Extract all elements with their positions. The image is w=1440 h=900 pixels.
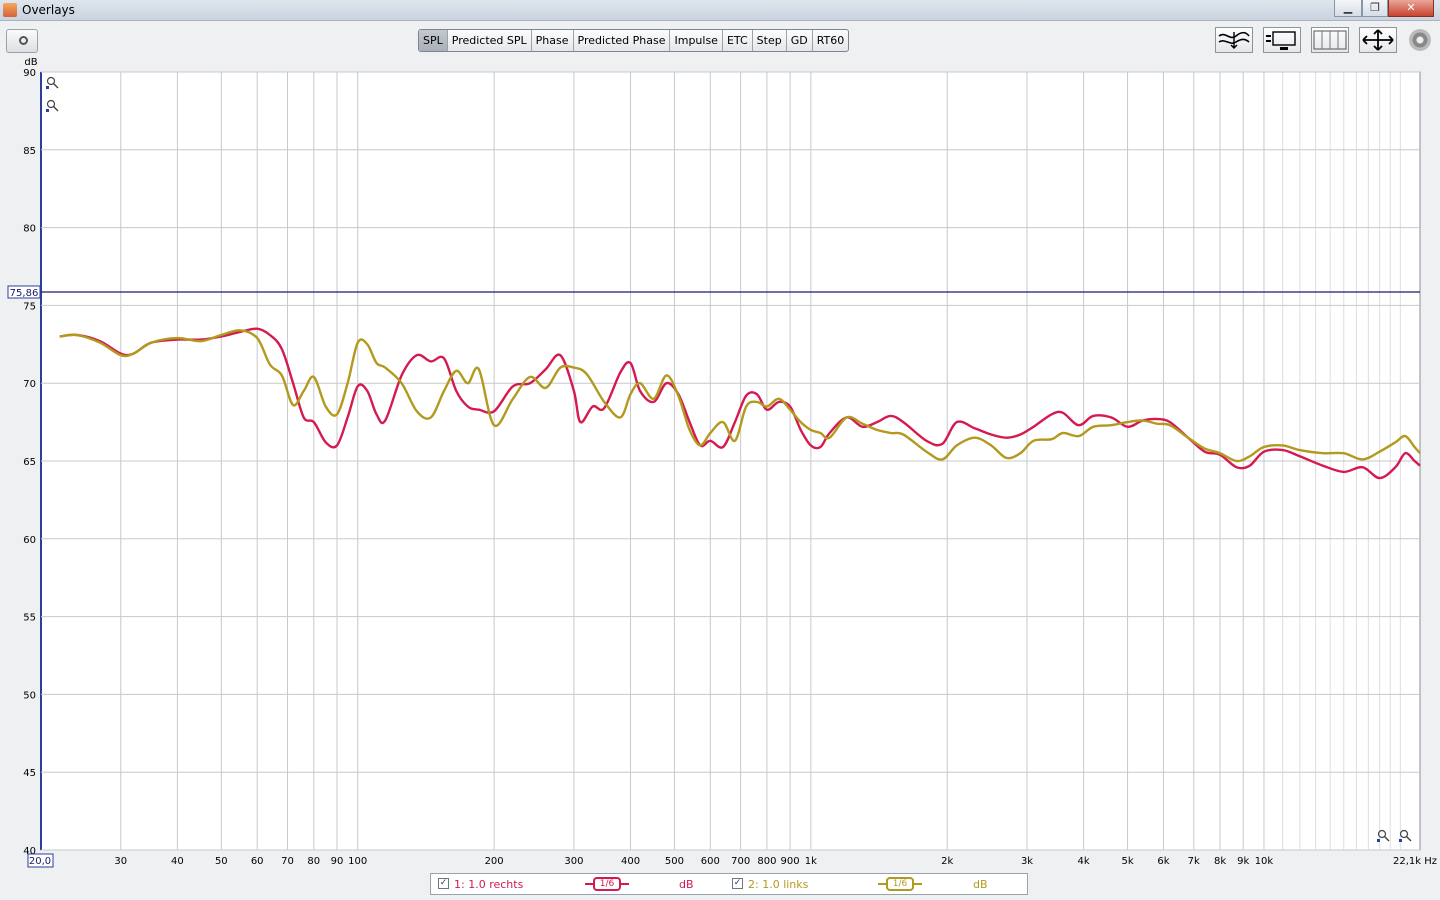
tab-phase[interactable]: Phase [532,30,574,51]
y-tick-label: 80 [23,224,36,235]
x-tick-label: 1k [805,856,817,867]
trace-1-smoothing[interactable]: 1/6 [585,877,629,891]
close-button[interactable]: ✕ [1388,0,1434,17]
y-tick-label: 65 [23,457,36,468]
x-tick-label: 900 [781,856,800,867]
settings-gear-icon[interactable] [1409,29,1431,51]
x-tick-label: 800 [757,856,776,867]
tab-etc[interactable]: ETC [723,30,753,51]
x-tick-label: 400 [621,856,640,867]
tab-step[interactable]: Step [753,30,787,51]
x-tick-label: 500 [665,856,684,867]
capture-camera-icon[interactable] [6,29,38,53]
y-tick-label: 45 [23,768,36,779]
x-tick-label: 6k [1157,856,1169,867]
trace-1-unit: dB [679,878,694,891]
x-tick-label: 50 [215,856,228,867]
y-tick-label: 90 [23,68,36,79]
x-tick-label: 3k [1021,856,1033,867]
x-tick-label: 8k [1214,856,1226,867]
graph-type-tabs: SPL Predicted SPL Phase Predicted Phase … [418,29,850,52]
x-tick-label: 60 [251,856,264,867]
y-tick-label: 70 [23,379,36,390]
y-tick-label: 85 [23,146,36,157]
y-tick-label: 55 [23,613,36,624]
tab-predicted-spl[interactable]: Predicted SPL [448,30,532,51]
x-tick-label: 600 [701,856,720,867]
x-tick-label: 2k [941,856,953,867]
x-tick-label: 10k [1255,856,1274,867]
cursor-value-label: 75,86 [10,288,39,299]
x-end-label: 22,1k Hz [1393,856,1437,867]
toolbar: SPL Predicted SPL Phase Predicted Phase … [0,21,1440,59]
java-app-icon [3,3,17,17]
x-tick-label: 9k [1237,856,1249,867]
x-tick-label: 200 [485,856,504,867]
align-traces-glyph [1218,31,1250,49]
legend-panel: ✓ 1: 1.0 rechts 1/6 dB ✓ 2: 1.0 links 1/… [430,873,1028,895]
align-traces-icon[interactable] [1215,27,1253,53]
trace-2-checkbox[interactable]: ✓ [732,878,743,889]
trace-2-label[interactable]: 2: 1.0 links [748,877,808,893]
trace-1-label[interactable]: 1: 1.0 rechts [454,877,523,893]
x-tick-label: 4k [1078,856,1090,867]
fit-to-view-glyph [1362,29,1394,51]
x-tick-label: 300 [564,856,583,867]
y-unit-label: dB [24,58,37,68]
y-tick-label: 50 [23,690,36,701]
trace-arrangement-icon[interactable] [1263,27,1301,53]
spl-chart-svg[interactable]: 90 85 80 75 70 65 60 55 50 45 40 30 40 50 60 70 80 90 100… [0,57,1440,870]
x-tick-label: 30 [114,856,127,867]
x-tick-labels: 30 40 50 60 70 80 90 100 200 300 400 500 600 700 800 90… [114,856,1273,867]
x-tick-label: 40 [171,856,184,867]
title-bar: Overlays ▁ ❐ ✕ [0,0,1440,21]
vertical-lines-glyph [1313,30,1347,50]
trace-arrangement-glyph [1266,31,1296,50]
window-title: Overlays [22,3,75,17]
trace-2-smoothing[interactable]: 1/6 [878,877,922,891]
tab-gd[interactable]: GD [787,30,813,51]
x-tick-label: 80 [307,856,320,867]
y-tick-labels: 9085807570656055504540 [23,68,36,857]
tab-spl[interactable]: SPL [419,30,448,51]
trace-1-checkbox[interactable]: ✓ [438,878,449,889]
maximize-button[interactable]: ❐ [1362,0,1388,17]
minimize-button[interactable]: ▁ [1334,0,1362,17]
y-tick-label: 75 [23,301,36,312]
x-start-label: 20,0 [29,856,51,867]
x-tick-label: 70 [281,856,294,867]
fit-to-view-icon[interactable] [1359,27,1397,53]
x-tick-label: 5k [1121,856,1133,867]
tab-predicted-phase[interactable]: Predicted Phase [574,30,671,51]
x-tick-label: 100 [348,856,367,867]
tab-impulse[interactable]: Impulse [670,30,723,51]
x-tick-label: 700 [731,856,750,867]
trace-2-unit: dB [973,878,988,891]
y-tick-label: 60 [23,535,36,546]
tab-rt60[interactable]: RT60 [813,30,849,51]
vertical-lines-icon[interactable] [1311,27,1349,53]
spl-chart[interactable]: 90 85 80 75 70 65 60 55 50 45 40 30 40 50 60 70 80 90 100… [0,57,1440,870]
x-tick-label: 90 [331,856,344,867]
x-tick-label: 7k [1188,856,1200,867]
